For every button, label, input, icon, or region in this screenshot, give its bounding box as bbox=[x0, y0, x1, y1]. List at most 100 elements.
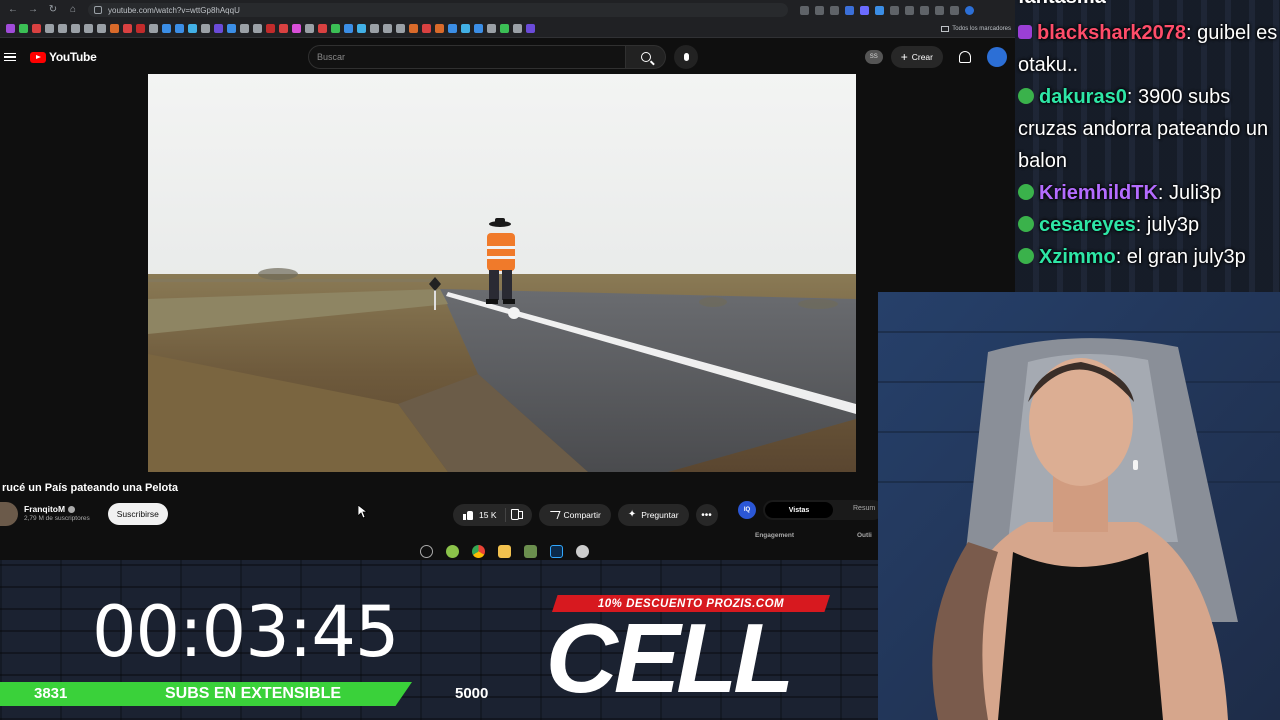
ss-badge[interactable]: SS bbox=[864, 50, 883, 64]
youtube-logo[interactable]: YouTube bbox=[30, 50, 97, 64]
bookmark-icon[interactable] bbox=[162, 24, 171, 33]
tab-vistas[interactable]: Vistas bbox=[765, 502, 833, 518]
bookmark-icon[interactable] bbox=[71, 24, 80, 33]
bookmark-icon[interactable] bbox=[383, 24, 392, 33]
bookmark-icon[interactable] bbox=[461, 24, 470, 33]
bookmark-icon[interactable] bbox=[32, 24, 41, 33]
share-button[interactable]: Compartir bbox=[538, 504, 611, 526]
back-icon[interactable]: ← bbox=[6, 3, 20, 17]
create-button[interactable]: + Crear bbox=[890, 46, 943, 68]
search-input[interactable] bbox=[308, 45, 626, 69]
bookmark-icon[interactable] bbox=[19, 24, 28, 33]
puzzle-icon[interactable] bbox=[920, 5, 929, 15]
bookmark-icon[interactable] bbox=[110, 24, 119, 33]
chat-username[interactable]: blackshark2078 bbox=[1037, 22, 1186, 44]
bookmark-icon[interactable] bbox=[58, 24, 67, 33]
chat-username[interactable]: cesareyes bbox=[1039, 214, 1136, 236]
sidebar-icon[interactable] bbox=[950, 5, 959, 15]
video-player[interactable] bbox=[148, 74, 856, 472]
bookmark-icon[interactable] bbox=[175, 24, 184, 33]
bookmark-icon[interactable] bbox=[97, 24, 106, 33]
more-actions-button[interactable]: ••• bbox=[695, 504, 718, 526]
thumbs-down-icon bbox=[513, 511, 523, 520]
chat-message: blackshark2078: guibel es otaku.. bbox=[1015, 17, 1280, 81]
chrome-app-icon[interactable] bbox=[472, 544, 485, 558]
extension-icon[interactable] bbox=[875, 5, 884, 15]
bookmark-icon[interactable] bbox=[136, 24, 145, 33]
chat-username[interactable]: Xzimmo bbox=[1039, 246, 1116, 268]
bookmark-icon[interactable] bbox=[227, 24, 236, 33]
home-icon[interactable]: ⌂ bbox=[66, 3, 80, 17]
channel-avatar[interactable] bbox=[0, 502, 18, 526]
video-frame bbox=[148, 74, 856, 472]
bookmark-icon[interactable] bbox=[305, 24, 314, 33]
bookmark-icon[interactable] bbox=[266, 24, 275, 33]
bookmark-icon[interactable] bbox=[292, 24, 301, 33]
bookmark-icon[interactable] bbox=[45, 24, 54, 33]
bookmark-icon[interactable] bbox=[487, 24, 496, 33]
obs-app-icon[interactable] bbox=[576, 544, 589, 558]
extension-icon[interactable] bbox=[845, 5, 854, 15]
bookmark-icon[interactable] bbox=[201, 24, 210, 33]
url-field[interactable]: youtube.com/watch?v=wttGp8hAqqU bbox=[88, 3, 788, 17]
bookmark-icon[interactable] bbox=[370, 24, 379, 33]
bookmark-icon[interactable] bbox=[318, 24, 327, 33]
dislike-button[interactable] bbox=[506, 511, 532, 520]
bookmark-icon[interactable] bbox=[149, 24, 158, 33]
bookmark-icon[interactable] bbox=[279, 24, 288, 33]
minecraft-app-icon[interactable] bbox=[524, 544, 537, 558]
bookmark-icon[interactable] bbox=[435, 24, 444, 33]
account-avatar[interactable] bbox=[987, 47, 1007, 67]
share-icon bbox=[547, 511, 560, 519]
download-icon[interactable] bbox=[935, 5, 944, 15]
menu-icon[interactable] bbox=[4, 52, 16, 62]
subscribe-button[interactable]: Suscribirse bbox=[107, 503, 168, 525]
bookmark-icon[interactable] bbox=[331, 24, 340, 33]
search-button[interactable] bbox=[626, 45, 666, 69]
like-button[interactable]: 15 K bbox=[453, 508, 506, 522]
files-app-icon[interactable] bbox=[498, 544, 511, 558]
voice-search-button[interactable] bbox=[674, 45, 698, 69]
bookmark-icon[interactable] bbox=[240, 24, 249, 33]
extension-icon[interactable] bbox=[905, 5, 914, 15]
bookmark-icon[interactable] bbox=[396, 24, 405, 33]
bookmark-icon[interactable] bbox=[422, 24, 431, 33]
bookmark-icon[interactable] bbox=[84, 24, 93, 33]
star-icon[interactable] bbox=[830, 5, 839, 15]
reload-icon[interactable]: ↻ bbox=[46, 3, 60, 17]
analytics-extension-icon[interactable]: IQ bbox=[738, 501, 756, 519]
settings-app-icon[interactable] bbox=[420, 544, 433, 558]
all-bookmarks-button[interactable]: Todos los marcadores bbox=[941, 25, 1011, 32]
zoom-icon[interactable] bbox=[800, 5, 809, 15]
site-info-icon[interactable] bbox=[94, 6, 102, 14]
bookmark-icon[interactable] bbox=[474, 24, 483, 33]
chat-username[interactable]: dakuras0 bbox=[1039, 86, 1127, 108]
bookmark-icon[interactable] bbox=[409, 24, 418, 33]
extension-icon[interactable] bbox=[860, 5, 869, 15]
extension-icon[interactable] bbox=[890, 5, 899, 15]
install-icon[interactable] bbox=[815, 5, 824, 15]
bookmark-icon[interactable] bbox=[357, 24, 366, 33]
chat-username[interactable]: KriemhildTK bbox=[1039, 182, 1158, 204]
extension-icons bbox=[800, 5, 974, 15]
bookmark-icon[interactable] bbox=[526, 24, 535, 33]
bookmark-icon[interactable] bbox=[513, 24, 522, 33]
bookmark-icon[interactable] bbox=[188, 24, 197, 33]
bookmark-icon[interactable] bbox=[253, 24, 262, 33]
notifications-icon[interactable] bbox=[959, 51, 971, 63]
ask-button[interactable]: ✦ Preguntar bbox=[617, 504, 689, 526]
photoshop-app-icon[interactable] bbox=[550, 544, 563, 558]
bookmark-icon[interactable] bbox=[448, 24, 457, 33]
tab-resumen[interactable]: Resum bbox=[853, 505, 875, 512]
bookmark-icon[interactable] bbox=[123, 24, 132, 33]
bookmark-icon[interactable] bbox=[6, 24, 15, 33]
address-bar-row: ← → ↻ ⌂ youtube.com/watch?v=wttGp8hAqqU bbox=[0, 0, 1015, 20]
forward-icon[interactable]: → bbox=[26, 3, 40, 17]
profile-icon[interactable] bbox=[965, 5, 974, 15]
bookmark-icon[interactable] bbox=[214, 24, 223, 33]
bookmark-icon[interactable] bbox=[344, 24, 353, 33]
bookmark-icon[interactable] bbox=[500, 24, 509, 33]
folder-icon bbox=[941, 25, 950, 32]
green-app-icon[interactable] bbox=[446, 544, 459, 558]
channel-name[interactable]: FranqitoM bbox=[24, 504, 65, 514]
